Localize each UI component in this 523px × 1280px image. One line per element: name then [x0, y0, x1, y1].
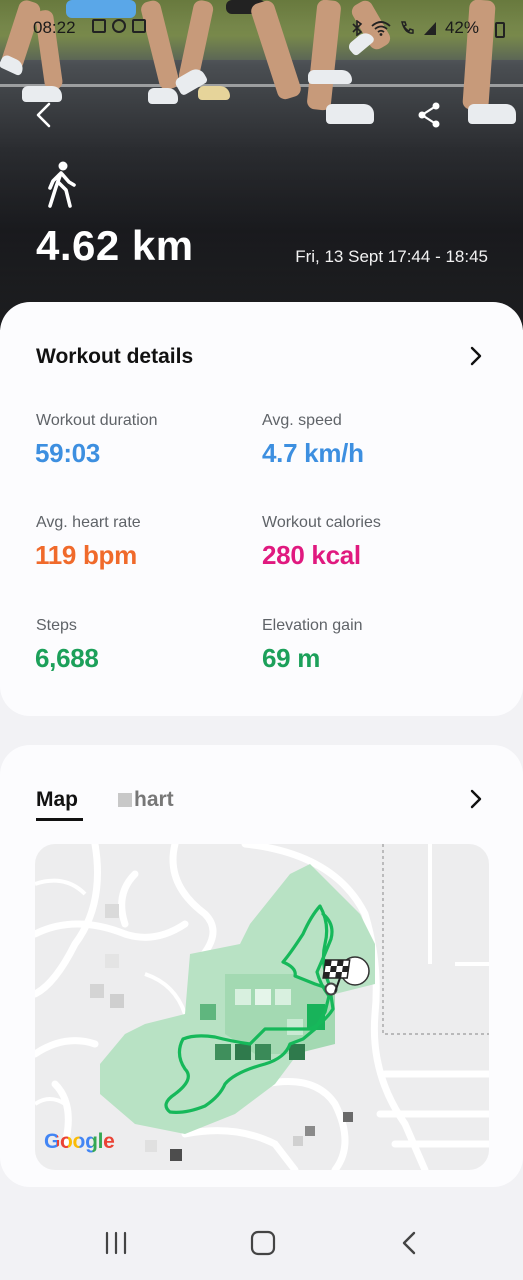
back-nav-icon[interactable]: [397, 1230, 423, 1256]
stat-value-calories: 280 kcal: [262, 540, 361, 570]
route-map[interactable]: Google: [35, 844, 489, 1170]
battery-icon: [495, 22, 505, 38]
map-card: Map hart Google: [0, 745, 523, 1187]
workout-details-title: Workout details: [36, 345, 194, 368]
home-icon[interactable]: [250, 1230, 276, 1256]
workout-distance: 4.62 km: [36, 222, 194, 269]
pixelated-glyph: [118, 793, 132, 807]
stat-value-duration: 59:03: [35, 438, 100, 468]
system-navigation-bar: [0, 1204, 523, 1280]
back-button[interactable]: [30, 100, 60, 130]
back-arrow-icon: [36, 102, 51, 128]
chevron-right-icon[interactable]: [465, 788, 487, 810]
stat-label-heart-rate: Avg. heart rate: [36, 514, 141, 531]
chevron-right-icon[interactable]: [465, 345, 487, 367]
stat-value-heart-rate: 119 bpm: [35, 540, 137, 570]
workout-datetime: Fri, 13 Sept 17:44 - 18:45: [295, 247, 488, 266]
tab-chart-label: hart: [134, 788, 174, 811]
share-icon: [418, 102, 440, 128]
workout-details-card: Workout details Workout duration 59:03 A…: [0, 302, 523, 716]
status-bar: 08:22 42%: [0, 14, 523, 42]
wifi-icon: [371, 21, 391, 36]
google-logo-text: Google: [44, 1130, 115, 1153]
notification-icons: [92, 19, 146, 33]
bluetooth-icon: [352, 20, 363, 36]
stat-label-calories: Workout calories: [262, 514, 381, 531]
stat-value-avg-speed: 4.7 km/h: [262, 438, 364, 468]
call-icon: [401, 21, 414, 34]
system-icons: 42%: [351, 18, 479, 38]
stat-value-steps: 6,688: [35, 643, 99, 673]
cloud-icon: [112, 19, 126, 33]
stat-label-duration: Workout duration: [36, 412, 158, 429]
stat-label-steps: Steps: [36, 617, 77, 634]
stat-value-elevation: 69 m: [262, 643, 321, 673]
tab-map[interactable]: Map: [36, 788, 78, 812]
image-icon: [132, 19, 146, 33]
battery-percent: 42%: [444, 18, 479, 37]
hero-background-photo: [0, 0, 523, 330]
recent-apps-icon[interactable]: [103, 1230, 129, 1256]
signal-icon: [423, 22, 436, 35]
status-time: 08:22: [33, 18, 76, 37]
stat-label-avg-speed: Avg. speed: [262, 412, 342, 429]
walking-person-icon: [48, 161, 76, 208]
map-attribution: Google: [44, 1130, 115, 1154]
stat-label-elevation: Elevation gain: [262, 617, 363, 634]
tab-chart[interactable]: hart: [118, 788, 174, 812]
gallery-icon: [92, 19, 106, 33]
share-button[interactable]: [414, 100, 444, 130]
photo-road-line: [0, 84, 523, 87]
tab-map-underline: [36, 818, 83, 821]
map-canvas: [35, 844, 489, 1170]
